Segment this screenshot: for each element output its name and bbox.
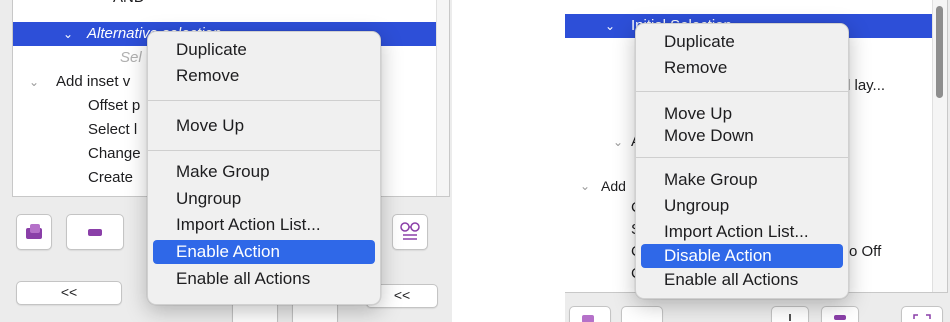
left-context-menu[interactable]: Duplicate Remove Move Up Make Group Ungr… <box>147 31 381 305</box>
menu-item-ungroup[interactable]: Ungroup <box>641 194 843 218</box>
tree-row-label: Add <box>601 178 626 194</box>
tree-row-label: Select l <box>88 121 138 138</box>
add-action-icon <box>26 224 42 239</box>
chevron-down-icon[interactable]: ⌄ <box>578 174 592 198</box>
tree-row-label: Change <box>88 145 141 162</box>
menu-separator <box>636 91 848 92</box>
menu-item-enable-all-actions[interactable]: Enable all Actions <box>641 268 843 292</box>
menu-separator <box>148 150 380 151</box>
menu-item-import-action-list[interactable]: Import Action List... <box>641 220 843 244</box>
tree-row-label: l lay... <box>847 77 886 94</box>
left-panel: AND ⌄ Alternative selection Sel ⌄ Add in… <box>0 0 452 322</box>
add-action-button[interactable] <box>16 214 52 250</box>
expand-icon <box>913 314 931 319</box>
menu-item-duplicate[interactable]: Duplicate <box>153 38 375 62</box>
toolbar-button-5[interactable] <box>901 306 943 322</box>
tree-row-label: Add inset v <box>56 73 131 90</box>
menu-separator <box>148 100 380 101</box>
arrow-icon <box>789 314 791 321</box>
panel-gap <box>453 0 565 322</box>
tree-row-label: Offset p <box>88 97 141 114</box>
previous-button[interactable]: << <box>16 281 122 305</box>
action-list-icon <box>400 222 420 240</box>
menu-item-ungroup[interactable]: Ungroup <box>153 187 375 211</box>
add-action-button[interactable] <box>569 306 611 322</box>
tree-row-label: AND <box>113 0 145 10</box>
chevron-down-icon[interactable]: ⌄ <box>27 70 41 94</box>
chevron-down-icon[interactable]: ⌄ <box>611 130 625 154</box>
previous-button-label: << <box>60 284 78 300</box>
action-list-button[interactable] <box>392 214 428 250</box>
scrollbar-thumb[interactable] <box>936 6 943 98</box>
tree-row-label: Sel <box>120 49 142 66</box>
toolbar-button-4[interactable] <box>821 306 859 322</box>
menu-item-enable-action[interactable]: Enable Action <box>153 240 375 264</box>
menu-item-remove[interactable]: Remove <box>641 56 843 80</box>
remove-action-button[interactable] <box>66 214 124 250</box>
menu-item-make-group[interactable]: Make Group <box>641 168 843 192</box>
right-panel: ⌄ Initial Selection l lay... ⌄ A ⌄ Add C… <box>565 0 950 322</box>
remove-icon <box>834 315 846 320</box>
menu-item-move-up[interactable]: Move Up <box>153 114 375 138</box>
menu-item-enable-all-actions[interactable]: Enable all Actions <box>153 267 375 291</box>
menu-item-duplicate[interactable]: Duplicate <box>641 30 843 54</box>
menu-item-make-group[interactable]: Make Group <box>153 160 375 184</box>
menu-item-remove[interactable]: Remove <box>153 64 375 88</box>
tree-row-label: Create <box>88 169 134 186</box>
chevron-down-icon[interactable]: ⌄ <box>603 14 617 38</box>
menu-separator <box>636 157 848 158</box>
vertical-scrollbar[interactable] <box>436 0 449 196</box>
chevron-down-icon[interactable]: ⌄ <box>61 22 75 46</box>
menu-item-move-down[interactable]: Move Down <box>641 124 843 148</box>
tree-row-tail: o Off <box>849 243 882 260</box>
remove-action-button[interactable] <box>621 306 663 322</box>
right-context-menu[interactable]: Duplicate Remove Move Up Move Down Make … <box>635 23 849 299</box>
tree-row-partial[interactable]: AND <box>13 0 449 10</box>
menu-item-disable-action[interactable]: Disable Action <box>641 244 843 268</box>
add-action-icon <box>582 315 594 322</box>
menu-item-import-action-list[interactable]: Import Action List... <box>153 213 375 237</box>
menu-item-move-up[interactable]: Move Up <box>641 102 843 126</box>
vertical-scrollbar[interactable] <box>932 0 947 292</box>
remove-action-icon <box>88 229 102 236</box>
toolbar-button-3[interactable] <box>771 306 809 322</box>
